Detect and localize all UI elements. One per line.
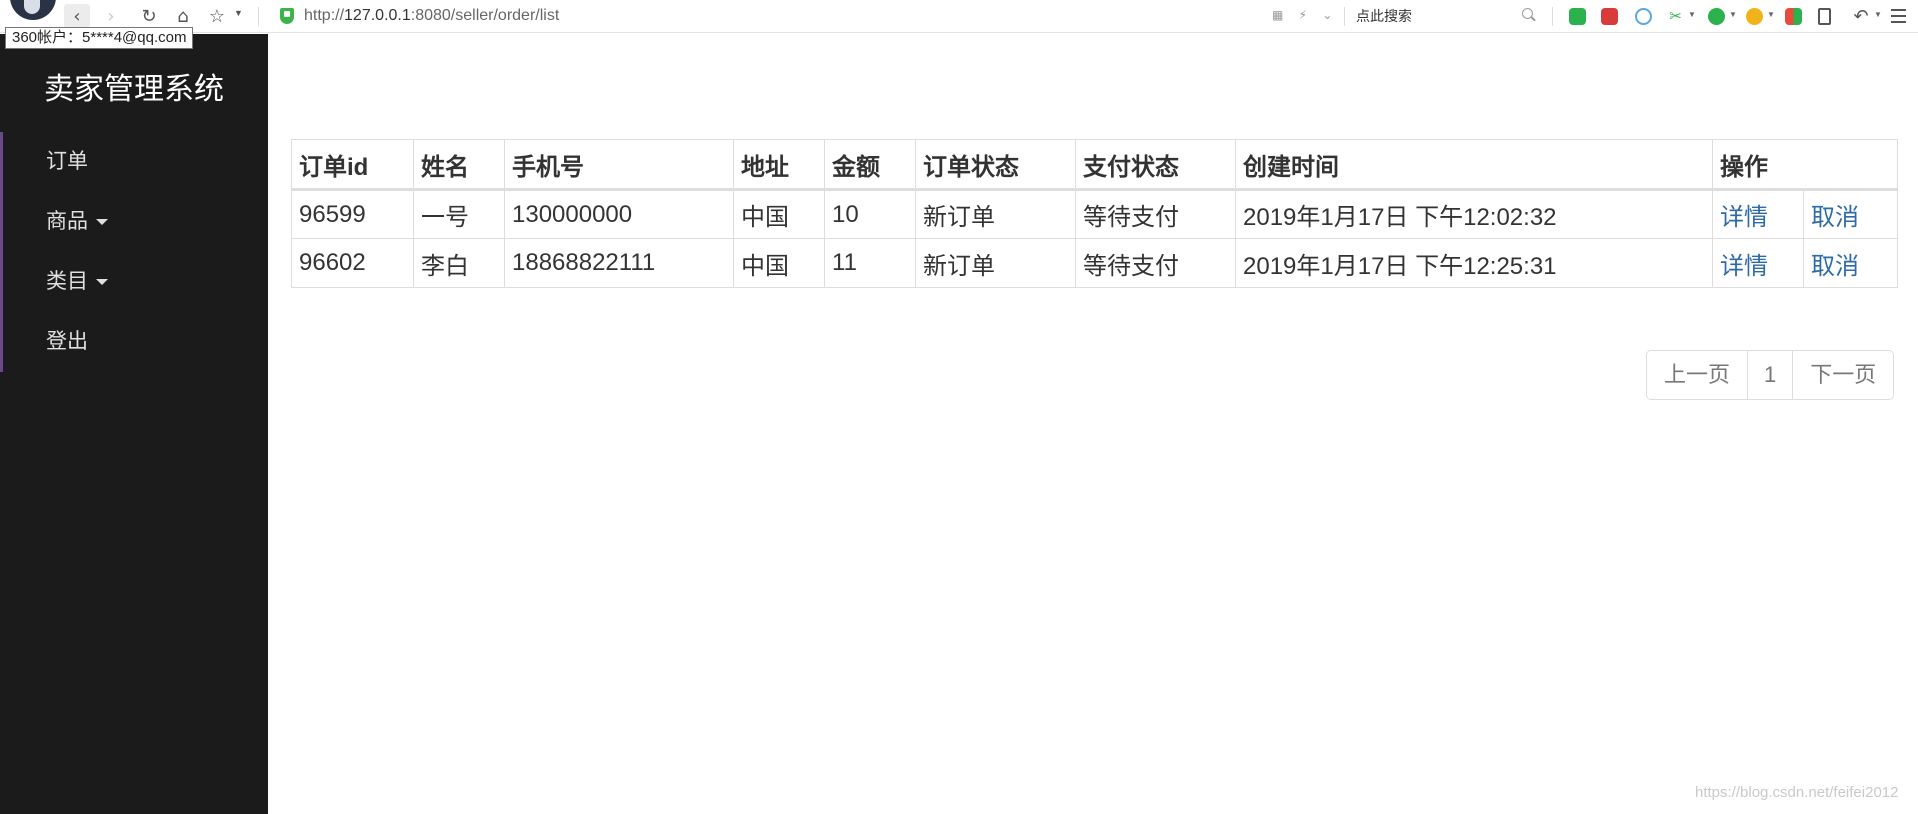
sidebar-item-label: 类目 xyxy=(46,270,88,293)
star-icon[interactable]: ☆ xyxy=(204,4,230,28)
translate-extension-icon[interactable] xyxy=(1601,8,1618,25)
scissors-icon[interactable]: ✂ xyxy=(1667,8,1684,25)
cell-order-status: 新订单 xyxy=(915,238,1076,288)
detail-link[interactable]: 详情 xyxy=(1720,253,1768,280)
cancel-link[interactable]: 取消 xyxy=(1811,204,1859,231)
cell-amount: 11 xyxy=(824,238,916,288)
table-row: 96599 一号 130000000 中国 10 新订单 等待支付 2019年1… xyxy=(291,189,1898,239)
chevron-down-icon[interactable]: ▼ xyxy=(234,8,243,18)
url-host: 127.0.0.1 xyxy=(344,7,411,24)
chevron-down-icon[interactable]: ▼ xyxy=(1729,10,1737,19)
cell-id: 96602 xyxy=(291,238,414,288)
cell-address: 中国 xyxy=(733,189,825,239)
divider xyxy=(1552,7,1553,26)
column-header-amount: 金额 xyxy=(824,139,916,191)
forward-icon[interactable]: › xyxy=(98,4,124,28)
coin-extension-icon[interactable] xyxy=(1746,8,1763,25)
sidebar-item-categories[interactable]: 类目 xyxy=(0,252,268,312)
column-header-pay-status: 支付状态 xyxy=(1075,139,1236,191)
cell-order-status: 新订单 xyxy=(915,189,1076,239)
column-header-created: 创建时间 xyxy=(1235,139,1713,191)
cell-phone: 18868822111 xyxy=(504,238,734,288)
watermark: https://blog.csdn.net/feifei2012 xyxy=(1695,784,1899,801)
back-icon[interactable]: ‹ xyxy=(64,4,90,28)
search-icon[interactable] xyxy=(1522,8,1533,19)
sidebar-item-orders[interactable]: 订单 xyxy=(0,132,268,192)
column-header-actions: 操作 xyxy=(1712,139,1898,191)
reload-icon[interactable]: ↻ xyxy=(136,4,162,28)
cell-name: 李白 xyxy=(413,238,505,288)
cell-name: 一号 xyxy=(413,189,505,239)
shield-icon[interactable] xyxy=(280,8,294,24)
cell-pay-status: 等待支付 xyxy=(1075,238,1236,288)
url-scheme: http:// xyxy=(304,7,345,24)
column-header-address: 地址 xyxy=(733,139,825,191)
order-table-container: 订单id 姓名 手机号 地址 金额 订单状态 支付状态 创建时间 操作 9659… xyxy=(291,139,1898,288)
column-header-id: 订单id xyxy=(291,139,414,191)
divider xyxy=(258,7,259,26)
home-icon[interactable]: ⌂ xyxy=(170,4,196,28)
cell-detail: 详情 xyxy=(1712,189,1804,239)
cell-id: 96599 xyxy=(291,189,414,239)
sidebar-item-label: 订单 xyxy=(46,150,88,173)
security-extension-icon[interactable] xyxy=(1569,8,1586,25)
table-row: 96602 李白 18868822111 中国 11 新订单 等待支付 2019… xyxy=(291,238,1898,288)
minus-extension-icon[interactable] xyxy=(1635,8,1652,25)
cell-cancel: 取消 xyxy=(1803,189,1898,239)
reader-mode-icon[interactable]: ▦ ⚡ ⌄ xyxy=(1272,8,1339,22)
caret-down-icon xyxy=(96,219,108,226)
cell-created: 2019年1月17日 下午12:25:31 xyxy=(1235,238,1713,288)
sidebar: 卖家管理系统 订单 商品 类目 登出 xyxy=(0,34,268,814)
undo-icon[interactable]: ↶ xyxy=(1848,4,1874,28)
brand-title[interactable]: 卖家管理系统 xyxy=(44,64,224,108)
menu-icon[interactable] xyxy=(1891,9,1906,23)
browser-toolbar: ‹ › ↻ ⌂ ☆ ▼ http://127.0.0.1:8080/seller… xyxy=(0,0,1918,33)
next-page-button[interactable]: 下一页 xyxy=(1793,351,1894,399)
cell-amount: 10 xyxy=(824,189,916,239)
chevron-down-icon[interactable]: ▼ xyxy=(1767,10,1775,19)
cell-phone: 130000000 xyxy=(504,189,734,239)
cell-address: 中国 xyxy=(733,238,825,288)
apps-icon[interactable] xyxy=(1785,8,1802,25)
sidebar-item-logout[interactable]: 登出 xyxy=(0,312,268,372)
page-number-button[interactable]: 1 xyxy=(1748,351,1794,399)
search-box[interactable] xyxy=(1352,3,1538,29)
sidebar-item-label: 登出 xyxy=(46,330,88,353)
mobile-icon[interactable] xyxy=(1818,8,1831,25)
url-path: :8080/seller/order/list xyxy=(410,7,560,24)
chevron-down-icon[interactable]: ▼ xyxy=(1874,10,1882,19)
sidebar-item-products[interactable]: 商品 xyxy=(0,192,268,252)
green-extension-icon[interactable] xyxy=(1708,8,1725,25)
cell-created: 2019年1月17日 下午12:02:32 xyxy=(1235,189,1713,239)
user-avatar[interactable] xyxy=(10,0,56,20)
cancel-link[interactable]: 取消 xyxy=(1811,253,1859,280)
search-input[interactable] xyxy=(1352,3,1538,29)
pagination: 上一页 1 下一页 xyxy=(1646,350,1895,400)
column-header-name: 姓名 xyxy=(413,139,505,191)
cell-pay-status: 等待支付 xyxy=(1075,189,1236,239)
table-header-row: 订单id 姓名 手机号 地址 金额 订单状态 支付状态 创建时间 操作 xyxy=(291,139,1898,191)
address-bar[interactable]: http://127.0.0.1:8080/seller/order/list xyxy=(304,7,559,25)
sidebar-nav: 订单 商品 类目 登出 xyxy=(0,132,268,372)
detail-link[interactable]: 详情 xyxy=(1720,204,1768,231)
account-tooltip: 360帐户：5****4@qq.com xyxy=(5,27,194,49)
sidebar-item-label: 商品 xyxy=(46,210,88,233)
order-table: 订单id 姓名 手机号 地址 金额 订单状态 支付状态 创建时间 操作 9659… xyxy=(291,139,1898,288)
column-header-phone: 手机号 xyxy=(504,139,734,191)
prev-page-button[interactable]: 上一页 xyxy=(1647,351,1749,399)
caret-down-icon xyxy=(96,279,108,286)
divider xyxy=(1344,7,1345,26)
cell-detail: 详情 xyxy=(1712,238,1804,288)
chevron-down-icon[interactable]: ▼ xyxy=(1688,10,1696,19)
cell-cancel: 取消 xyxy=(1803,238,1898,288)
column-header-order-status: 订单状态 xyxy=(915,139,1076,191)
